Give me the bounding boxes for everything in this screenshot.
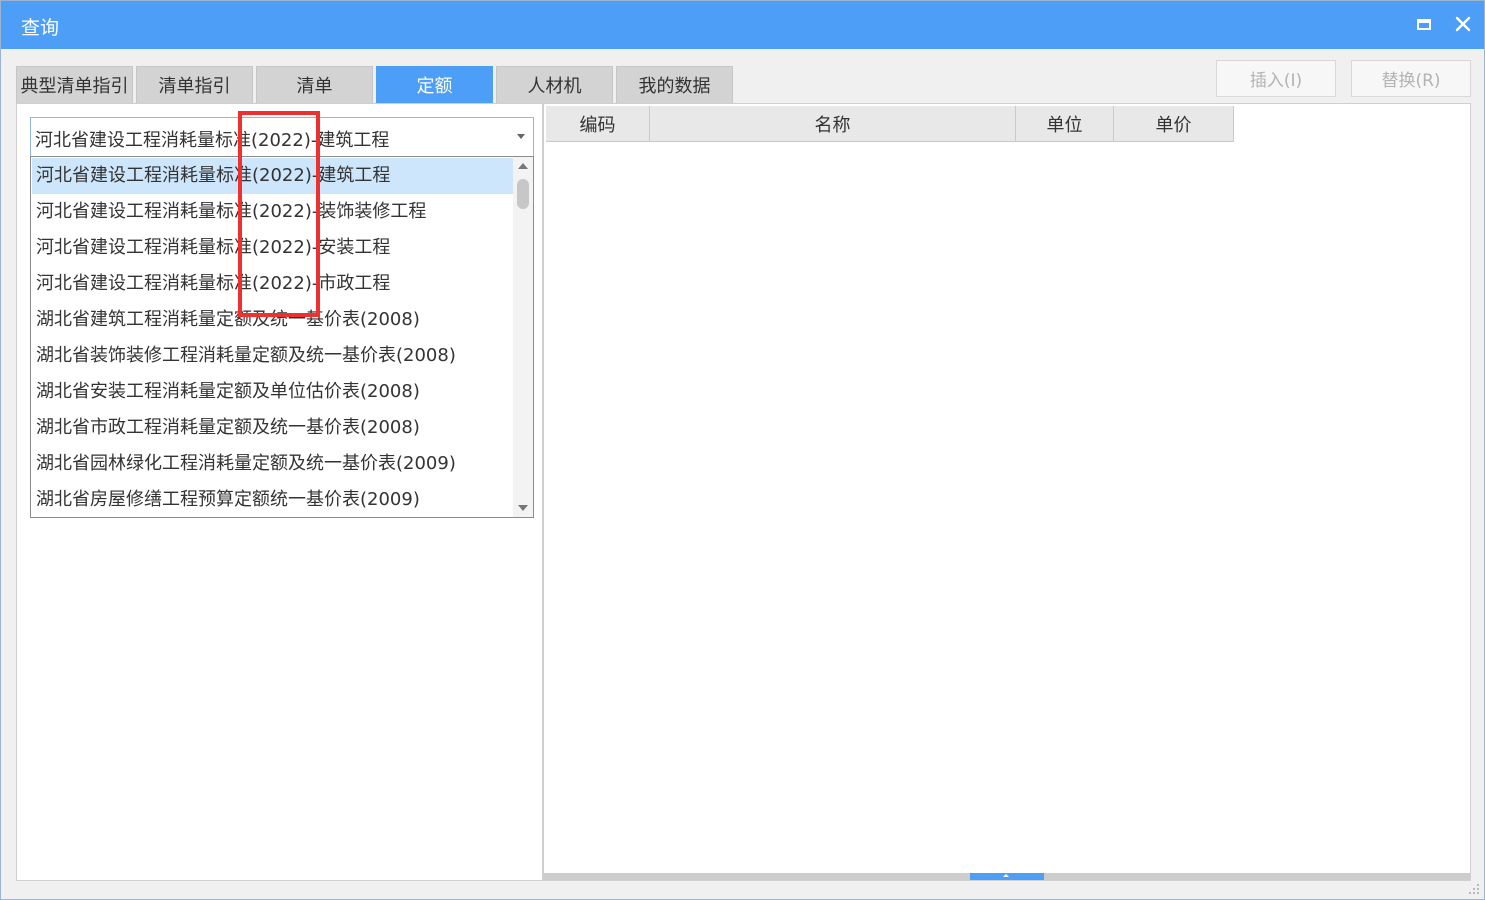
replace-button[interactable]: 替换(R)	[1351, 60, 1471, 97]
chevron-down-icon[interactable]	[517, 134, 525, 139]
dropdown-option[interactable]: 湖北省建筑工程消耗量定额及统一基价表(2008)	[32, 302, 513, 338]
scroll-up-arrow-icon[interactable]	[518, 163, 528, 169]
close-icon	[1455, 16, 1471, 32]
tab-typical-list-guide[interactable]: 典型清单指引	[16, 66, 133, 103]
quota-library-select[interactable]: 河北省建设工程消耗量标准(2022)-建筑工程	[30, 117, 534, 157]
dropdown-option[interactable]: 河北省建设工程消耗量标准(2022)-市政工程	[32, 266, 513, 302]
scroll-down-arrow-icon[interactable]	[518, 505, 528, 511]
dropdown-option[interactable]: 湖北省装饰装修工程消耗量定额及统一基价表(2008)	[32, 338, 513, 374]
resize-grip-icon[interactable]	[1466, 881, 1480, 895]
dropdown-option[interactable]: 河北省建设工程消耗量标准(2022)-装饰装修工程	[32, 194, 513, 230]
dropdown-option[interactable]: 湖北省安装工程消耗量定额及单位估价表(2008)	[32, 374, 513, 410]
scrollbar-thumb[interactable]	[517, 179, 529, 209]
dropdown-option[interactable]: 湖北省房屋修缮工程预算定额统一基价表(2009)	[32, 482, 513, 517]
quota-results-panel: 编码 名称 单位 单价	[543, 103, 1471, 881]
insert-button[interactable]: 插入(I)	[1216, 60, 1336, 97]
dropdown-option[interactable]: 湖北省园林绿化工程消耗量定额及统一基价表(2009)	[32, 446, 513, 482]
tab-labor-material-machine[interactable]: 人材机	[496, 66, 613, 103]
quota-library-panel: 河北省建设工程消耗量标准(2022)-建筑工程 河北省建设工程消耗量标准(202…	[16, 103, 543, 881]
dialog-title: 查询	[21, 17, 60, 39]
column-header-name[interactable]: 名称	[650, 106, 1016, 142]
close-button[interactable]	[1448, 9, 1478, 39]
maximize-button[interactable]	[1409, 9, 1439, 39]
quota-library-dropdown: 河北省建设工程消耗量标准(2022)-建筑工程 河北省建设工程消耗量标准(202…	[30, 156, 534, 518]
select-value: 河北省建设工程消耗量标准(2022)-建筑工程	[35, 130, 390, 151]
column-header-unit[interactable]: 单位	[1016, 106, 1114, 142]
tab-quota[interactable]: 定额	[376, 66, 493, 103]
tab-list-guide[interactable]: 清单指引	[136, 66, 253, 103]
tab-list[interactable]: 清单	[256, 66, 373, 103]
query-dialog: 查询 典型清单指引 清单指引 清单 定额 人材机 我的数据 插入(I) 替换(R…	[0, 0, 1485, 900]
dropdown-scrollbar[interactable]	[513, 157, 533, 517]
title-bar[interactable]: 查询	[1, 1, 1484, 49]
dropdown-option[interactable]: 河北省建设工程消耗量标准(2022)-安装工程	[32, 230, 513, 266]
column-header-unit-price[interactable]: 单价	[1114, 106, 1234, 142]
column-header-code[interactable]: 编码	[546, 106, 650, 142]
splitter-handle[interactable]	[970, 873, 1044, 880]
tab-my-data[interactable]: 我的数据	[616, 66, 733, 103]
panel-splitter[interactable]	[544, 873, 1470, 880]
maximize-icon	[1417, 18, 1431, 30]
dropdown-option[interactable]: 河北省建设工程消耗量标准(2022)-建筑工程	[32, 158, 513, 194]
caret-up-icon	[1003, 874, 1009, 877]
dropdown-option[interactable]: 湖北省市政工程消耗量定额及统一基价表(2008)	[32, 410, 513, 446]
